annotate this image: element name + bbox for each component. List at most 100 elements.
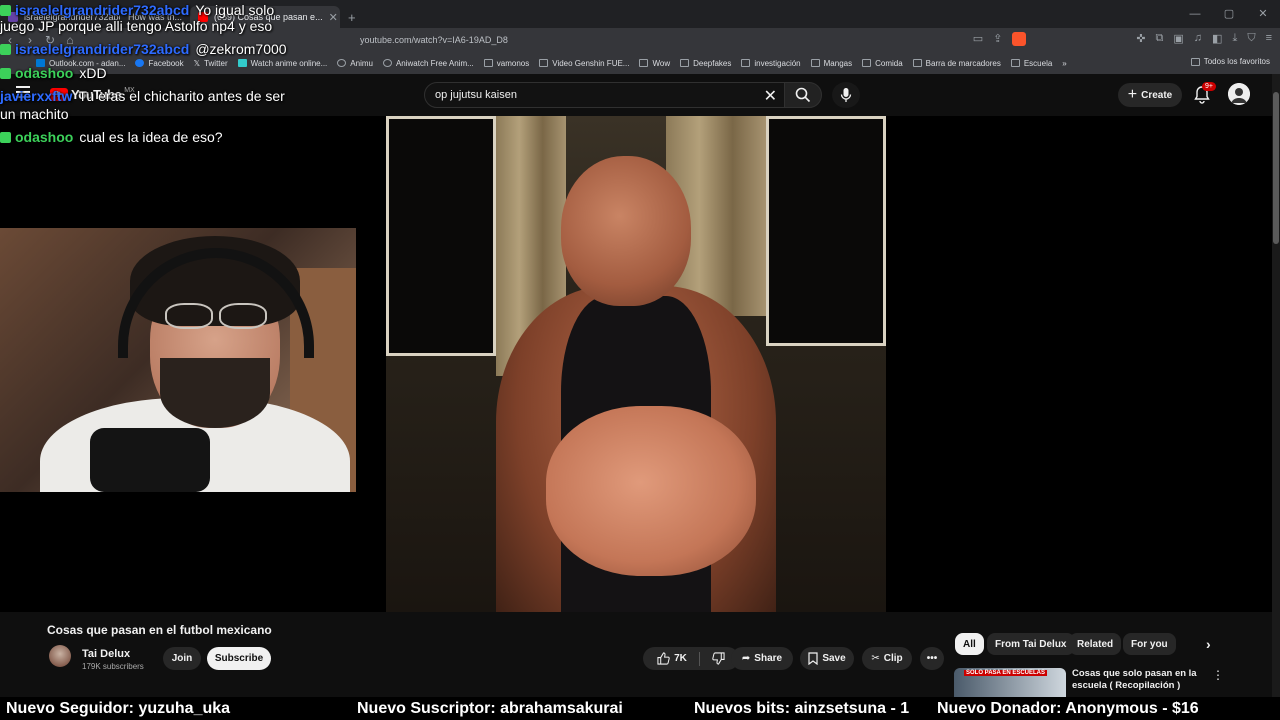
divider: [698, 651, 700, 666]
search-box: ✕: [424, 82, 790, 108]
like-count: 7K: [674, 653, 687, 664]
chat-message: israelelgrandrider732abcd @zekrom7000: [0, 41, 287, 57]
install-app-icon[interactable]: ▭: [973, 32, 983, 46]
chevron-right-icon[interactable]: ›: [1198, 633, 1219, 655]
folder-icon: [862, 59, 872, 67]
background-window: [766, 116, 886, 346]
window-controls: — ▢ ✕: [1178, 0, 1280, 28]
account-avatar[interactable]: [1228, 83, 1250, 105]
search-input[interactable]: [425, 83, 725, 107]
close-window-icon[interactable]: ✕: [1246, 0, 1280, 28]
recommendation-title[interactable]: Cosas que solo pasan en la escuela ( Rec…: [1072, 668, 1202, 692]
bookmark-twitter[interactable]: 𝕏 Twitter: [194, 59, 228, 68]
site-icon: [237, 59, 247, 67]
thumbs-up-icon: [657, 652, 670, 665]
chat-username: israelelgrandrider732abcd: [15, 41, 190, 57]
video-player[interactable]: [0, 116, 1272, 612]
chat-text: Tu eras el chicharito antes de ser: [78, 88, 285, 104]
sidebar-icon[interactable]: ◧: [1212, 32, 1222, 46]
chat-badge-icon: [0, 5, 11, 16]
like-button[interactable]: 7K: [657, 652, 687, 665]
channel-avatar[interactable]: [49, 645, 71, 667]
vpn-icon[interactable]: ⛉: [1247, 32, 1255, 46]
folder-icon: [912, 59, 922, 67]
extensions-puzzle-icon[interactable]: ⧉: [1156, 32, 1164, 46]
bookmark-icon: [808, 652, 818, 665]
wallet-icon[interactable]: ▣: [1173, 32, 1183, 46]
share-page-icon[interactable]: ⇪: [993, 32, 1002, 46]
bookmarks-overflow-icon[interactable]: »: [1062, 59, 1066, 68]
folder-icon: [810, 59, 820, 67]
downloads-icon[interactable]: ⤓: [1232, 32, 1237, 46]
folder-icon: [741, 59, 751, 67]
clip-button[interactable]: ✂ Clip: [862, 647, 912, 670]
chat-text: juego JP porque alli tengo Astolfo np4 y…: [0, 18, 273, 34]
bookmark-all-favorites[interactable]: Todos los favoritos: [1190, 57, 1270, 66]
menu-icon[interactable]: ≡: [1266, 32, 1272, 46]
chip-all[interactable]: All: [955, 633, 984, 655]
url-field[interactable]: youtube.com/watch?v=IA6-19AD_D8: [360, 35, 980, 45]
webcam-microphone: [90, 428, 210, 492]
bookmark-animu[interactable]: Animu: [337, 59, 373, 68]
chat-message: juego JP porque alli tengo Astolfo np4 y…: [0, 18, 272, 34]
plus-icon: +: [1127, 86, 1138, 103]
minimize-icon[interactable]: —: [1178, 0, 1212, 28]
join-button[interactable]: Join: [163, 647, 201, 670]
chat-message: javierxxftw Tu eras el chicharito antes d…: [0, 88, 285, 104]
streamer-webcam: [0, 228, 356, 492]
video-frame[interactable]: [386, 116, 886, 612]
bookmark-comida[interactable]: Comida: [862, 59, 903, 68]
chat-message: un machito: [0, 106, 68, 122]
scrollbar-thumb[interactable]: [1273, 92, 1279, 244]
bookmark-barra-de-marcadores[interactable]: Barra de marcadores: [912, 59, 1001, 68]
video-person-hands: [546, 406, 756, 576]
folder-icon: [1190, 57, 1200, 66]
bookmark-deepfakes[interactable]: Deepfakes: [680, 59, 731, 68]
brave-shield-icon[interactable]: [1012, 32, 1027, 46]
share-button[interactable]: ➦ Share: [731, 647, 793, 670]
create-button[interactable]: + Create: [1118, 83, 1182, 107]
bookmark-facebook[interactable]: Facebook: [135, 59, 184, 68]
alert-new-bits: Nuevos bits: ainzsetsuna - 1: [694, 700, 910, 717]
bookmark-wow[interactable]: Wow: [639, 59, 670, 68]
browser-toolbar-icons: ▭ ⇪ ✜ ⧉ ▣ ♫ ◧ ⤓ ⛉ ≡: [973, 32, 1272, 46]
more-actions-button[interactable]: •••: [920, 647, 944, 670]
close-tab-icon[interactable]: ✕: [329, 11, 338, 24]
chat-message: israelelgrandrider732abcd Yo igual solo: [0, 2, 274, 18]
bookmark-aniwatch[interactable]: Aniwatch Free Anim...: [382, 59, 474, 68]
notification-badge: 9+: [1202, 82, 1216, 91]
channel-name[interactable]: Tai Delux: [82, 648, 130, 660]
chat-text: cual es la idea de eso?: [79, 129, 223, 145]
webcam-person-beard: [160, 358, 270, 428]
bookmark-escuela[interactable]: Escuela: [1010, 59, 1052, 68]
chip-related[interactable]: Related: [1069, 633, 1122, 655]
search-button[interactable]: [784, 82, 822, 108]
voice-search-button[interactable]: [832, 82, 860, 108]
bookmark-investigacion[interactable]: investigación: [741, 59, 801, 68]
more-horizontal-icon: •••: [926, 653, 938, 664]
chip-for-you[interactable]: For you: [1123, 633, 1176, 655]
maximize-icon[interactable]: ▢: [1212, 0, 1246, 28]
clear-search-icon[interactable]: ✕: [764, 86, 777, 106]
microphone-icon: [840, 88, 852, 102]
music-icon[interactable]: ♫: [1194, 32, 1202, 46]
bookmark-watch-anime[interactable]: Watch anime online...: [237, 59, 327, 68]
dislike-button[interactable]: [712, 652, 725, 665]
new-tab-button[interactable]: +: [340, 6, 364, 28]
avatar-icon: [1228, 83, 1250, 105]
bookmark-video-genshin[interactable]: Video Genshin FUE...: [539, 59, 629, 68]
more-vertical-icon[interactable]: ⋮: [1212, 668, 1224, 682]
chat-badge-icon: [0, 132, 11, 143]
facebook-icon: [135, 59, 145, 67]
background-window: [386, 116, 496, 356]
bookmark-mangas[interactable]: Mangas: [810, 59, 852, 68]
thumbs-down-icon: [712, 652, 725, 665]
chip-from-channel[interactable]: From Tai Delux: [987, 633, 1075, 655]
site-icon: [337, 59, 347, 67]
scissors-icon: ✂: [871, 653, 880, 664]
bookmark-vamonos[interactable]: vamonos: [483, 59, 529, 68]
save-button[interactable]: Save: [800, 647, 854, 670]
video-person-head: [561, 156, 691, 306]
subscribe-button[interactable]: Subscribe: [207, 647, 271, 670]
extension-icon[interactable]: ✜: [1136, 32, 1145, 46]
